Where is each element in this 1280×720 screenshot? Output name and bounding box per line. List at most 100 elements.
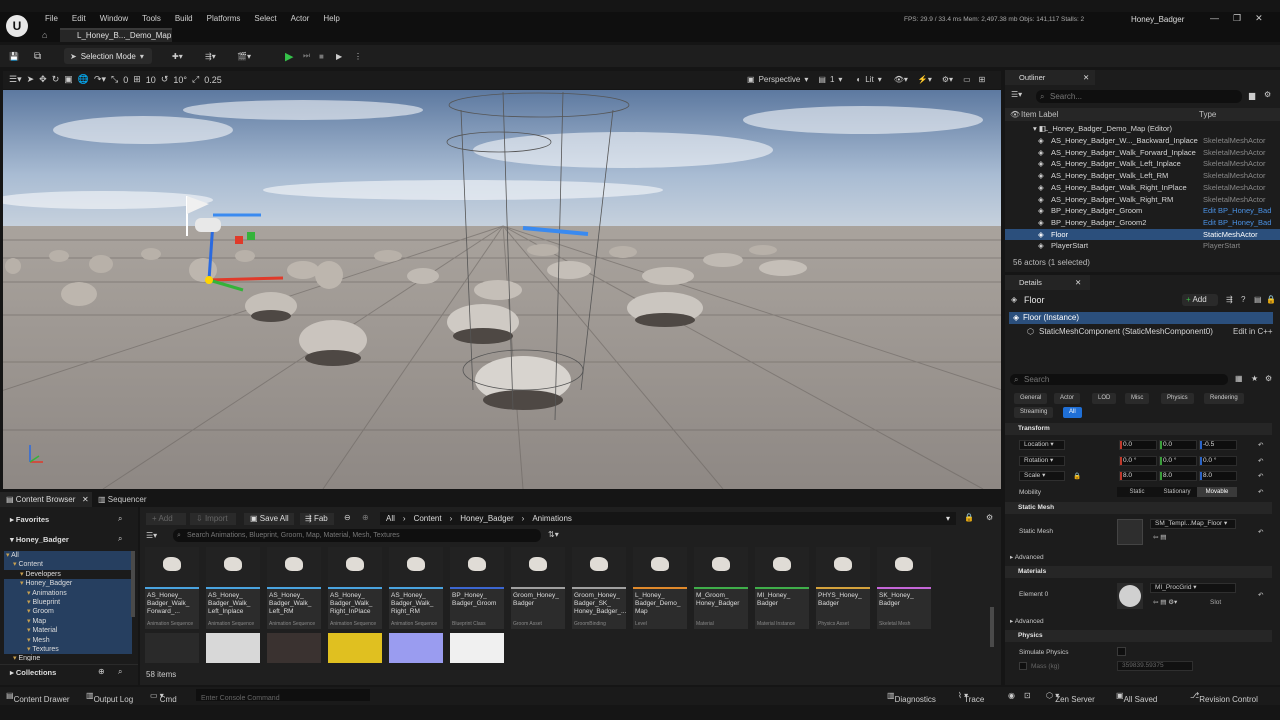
folder-item[interactable]: ▾ Material [4,626,132,636]
console-input[interactable]: Enter Console Command [196,689,370,702]
settings-icon[interactable]: ⚙ [1265,374,1272,383]
performance-icon[interactable]: ⚡▾ [918,75,932,84]
mobility-static[interactable]: Static [1117,487,1157,497]
step-icon[interactable]: ⏭ [303,48,310,64]
material-thumbnail[interactable] [1117,583,1143,609]
asset-search-input[interactable]: ⌕ Search Animations, Blueprint, Groom, M… [173,529,541,542]
advanced-expander[interactable]: ▸ Advanced [1010,617,1044,625]
asset-tile[interactable]: M_Groom_ Honey_Badger Material [694,547,748,629]
menu-help[interactable]: Help [316,14,346,23]
menu-window[interactable]: Window [93,14,135,23]
home-icon[interactable]: ⌂ [42,30,47,40]
more-icon[interactable]: ⋮ [354,48,362,64]
outliner-item-type[interactable]: Edit BP_Honey_Bad [1203,205,1271,217]
filter-icon[interactable]: ☰▾ [146,531,157,540]
folder-item[interactable]: ▾ Content [4,560,132,570]
outliner-item[interactable]: ◈ AS_Honey_Badger_Walk_Left_RM SkeletalMes… [1005,170,1280,182]
back-icon[interactable]: ⊖ [344,513,351,522]
mass-input[interactable]: 359839.59375 [1117,661,1193,671]
settings-icon[interactable]: ⚙ [1264,90,1271,99]
folder-item[interactable]: ▾ Engine [4,654,132,661]
record-icon[interactable]: ◉ [1008,691,1015,700]
angle-snap-icon[interactable]: ⤡ [111,74,118,85]
outliner-item[interactable]: ◈ Floor StaticMeshActor [1005,228,1280,241]
mass-override-checkbox[interactable] [1019,662,1027,670]
outliner-search-input[interactable]: ⌕ Search... [1036,90,1242,103]
camera-speed[interactable]: 1 [830,75,834,84]
play-icon[interactable]: ▶ [285,48,293,64]
folder-item[interactable]: ▾ All [4,551,132,561]
output-log-button[interactable]: ▥ Output Log [86,691,133,704]
outliner-item[interactable]: ◈ AS_Honey_Badger_Walk_Right_RM SkeletalMe… [1005,194,1280,206]
fab-button[interactable]: ⇶ Fab [300,513,334,525]
mesh-thumbnail[interactable] [1117,519,1143,545]
import-button[interactable]: ⇩ Import [190,513,236,525]
folder-item[interactable]: ▾ Blueprint [4,598,132,608]
asset-tile[interactable] [450,633,504,663]
material-dropdown[interactable]: MI_ProcGrid ▾ [1150,583,1236,593]
asset-tile[interactable]: BP_Honey_ Badger_Groom Blueprint Class [450,547,504,629]
cmd-dropdown[interactable]: ▭ Cmd ▾ [150,691,177,704]
minimize-icon[interactable]: — [1210,13,1219,24]
folder-item[interactable]: ▾ Map [4,616,132,627]
filter-general[interactable]: General [1014,393,1048,404]
camera-icon[interactable]: ⊡ [1024,691,1031,700]
scale-dropdown[interactable]: Scale ▾ [1019,471,1065,481]
settings-icon[interactable]: ⚙ [986,513,993,522]
rotation-dropdown[interactable]: Rotation ▾ [1019,456,1065,466]
edit-cpp-link[interactable]: Edit in C++ [1233,327,1273,336]
menu-build[interactable]: Build [168,14,200,23]
scale-y-input[interactable]: 8.0 [1159,471,1197,481]
filter-all[interactable]: All [1063,407,1082,418]
scale-z-input[interactable]: 8.0 [1199,471,1237,481]
folder-item[interactable]: ▾ Groom [4,607,132,617]
rotate-tool-icon[interactable]: ↻ [52,74,60,85]
details-search-input[interactable]: ⌕ Search [1010,374,1228,385]
select-tool-icon[interactable]: ➤ [27,74,35,85]
forward-icon[interactable]: ⊕ [362,513,369,522]
rotation-z-input[interactable]: 0.0 ° [1199,456,1237,466]
add-button[interactable]: + Add [146,513,186,525]
close-icon[interactable]: ✕ [82,492,89,507]
asset-tile[interactable] [267,633,321,663]
menu-tools[interactable]: Tools [135,14,168,23]
type-header[interactable]: Type [1199,110,1216,119]
show-icon[interactable]: 👁▾ [894,75,908,84]
filter-actor[interactable]: Actor [1054,393,1081,404]
folder-item[interactable]: ▾ Mesh [4,635,132,645]
save-icon[interactable]: 💾 [9,48,19,64]
asset-tile[interactable] [206,633,260,663]
layout-icon[interactable]: ⊞ [979,75,986,84]
location-x-input[interactable]: 0.0 [1119,440,1157,450]
add-collection-icon[interactable]: ⊕ [98,667,105,676]
location-y-input[interactable]: 0.0 [1159,440,1197,450]
stop-icon[interactable]: ■ [319,48,324,64]
browse-asset-icon[interactable]: ⇦ ▤ [1153,533,1166,541]
folder-item[interactable]: ▾ Animations [4,588,132,598]
translate-tool-icon[interactable]: ✥ [39,74,47,85]
menu-edit[interactable]: Edit [65,14,93,23]
details-tab[interactable]: Details ✕ [1005,275,1090,290]
cinematics-icon[interactable]: 🎬▾ [237,48,251,64]
scale-snap-value[interactable]: 0.25 [204,75,222,85]
menu-actor[interactable]: Actor [284,14,317,23]
rotation-y-input[interactable]: 0.0 ° [1159,456,1197,466]
crumb-honey-badger[interactable]: Honey_Badger [460,514,513,523]
outliner-tab[interactable]: Outliner ✕ [1005,70,1095,85]
asset-tile[interactable] [145,633,199,663]
browse-icon[interactable]: ⧉ [34,48,41,64]
scale-snap-icon[interactable]: ⤢ [192,74,199,85]
outliner-item[interactable]: ◈ AS_Honey_Badger_Walk_Right_InPlace Skele… [1005,182,1280,194]
materials-category[interactable]: Materials [1005,566,1272,578]
trace-button[interactable]: ⌇ Trace ▾ [958,691,984,704]
content-browser-tab[interactable]: ▤ Content Browser ✕ [0,492,92,507]
lock-icon[interactable]: 🔒 [1266,295,1276,304]
layout-icon[interactable]: ▤ [1254,295,1262,304]
menu-file[interactable]: File [38,14,65,23]
save-all-button[interactable]: ▣ Save All [244,513,294,525]
filter-misc[interactable]: Misc [1125,393,1150,404]
zen-server-button[interactable]: ⬡ Zen Server ▾ [1046,691,1095,704]
asset-tile[interactable]: L_Honey_ Badger_Demo_ Map Level [633,547,687,629]
location-dropdown[interactable]: Location ▾ [1019,440,1065,450]
grid-snap-icon[interactable]: ⊞ [133,74,141,85]
